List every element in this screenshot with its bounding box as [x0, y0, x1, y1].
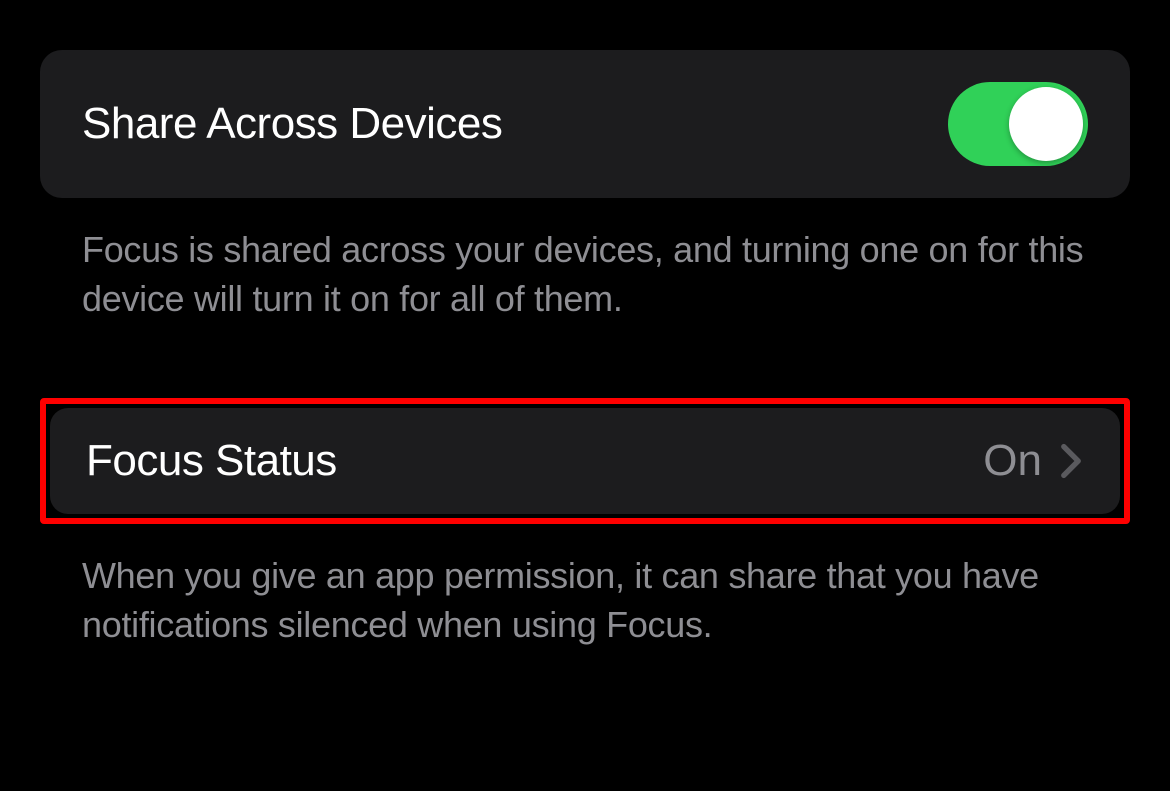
highlight-box: Focus Status On: [40, 398, 1130, 524]
share-across-devices-toggle[interactable]: [948, 82, 1088, 166]
focus-status-value: On: [983, 436, 1042, 486]
share-across-devices-row[interactable]: Share Across Devices: [40, 50, 1130, 198]
toggle-knob: [1009, 87, 1083, 161]
share-across-devices-label: Share Across Devices: [82, 99, 502, 149]
focus-status-footer: When you give an app permission, it can …: [40, 524, 1130, 649]
focus-status-row[interactable]: Focus Status On: [50, 408, 1120, 514]
focus-status-label: Focus Status: [86, 436, 337, 486]
focus-status-right: On: [983, 436, 1082, 486]
share-across-devices-footer: Focus is shared across your devices, and…: [40, 198, 1130, 323]
chevron-right-icon: [1060, 443, 1082, 479]
